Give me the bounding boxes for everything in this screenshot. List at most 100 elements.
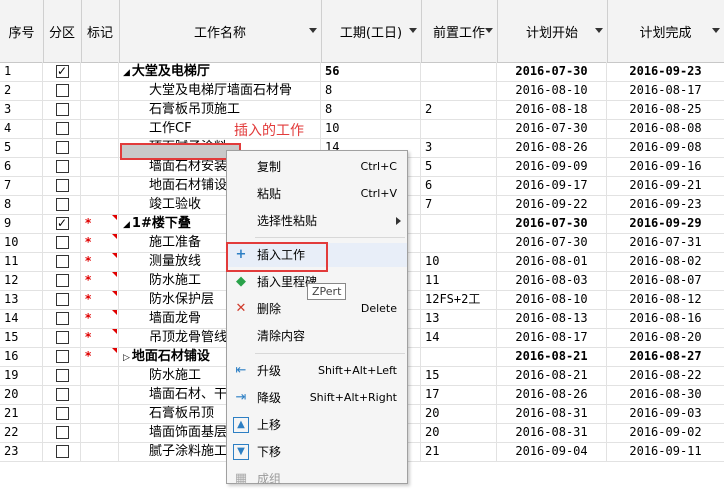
row-start-date[interactable]: 2016-09-04 [497, 442, 607, 461]
row-end-date[interactable]: 2016-09-21 [607, 176, 724, 195]
row-checkbox-cell[interactable] [43, 290, 81, 309]
row-checkbox[interactable] [56, 255, 69, 268]
header-seq[interactable]: 序号 [0, 0, 44, 62]
row-task-name[interactable]: 石膏板吊顶施工 [119, 100, 321, 119]
row-end-date[interactable]: 2016-09-02 [607, 423, 724, 442]
row-checkbox-cell[interactable] [43, 176, 81, 195]
row-end-date[interactable]: 2016-09-29 [607, 214, 724, 233]
row-start-date[interactable]: 2016-08-26 [497, 385, 607, 404]
row-predecessor[interactable]: 6 [421, 176, 497, 195]
row-start-date[interactable]: 2016-08-21 [497, 366, 607, 385]
menu-downgrade[interactable]: ⇥ 降级 Shift+Alt+Right [227, 386, 407, 410]
row-checkbox[interactable] [56, 141, 69, 154]
row-start-date[interactable]: 2016-08-26 [497, 138, 607, 157]
collapse-icon[interactable]: ◢ [123, 220, 130, 230]
row-duration[interactable]: 56 [321, 62, 421, 81]
row-end-date[interactable]: 2016-08-22 [607, 366, 724, 385]
menu-paste[interactable]: 粘贴 Ctrl+V [227, 182, 407, 206]
row-start-date[interactable]: 2016-08-31 [497, 423, 607, 442]
row-start-date[interactable]: 2016-09-17 [497, 176, 607, 195]
row-checkbox[interactable] [56, 426, 69, 439]
row-checkbox[interactable] [56, 179, 69, 192]
row-checkbox-cell[interactable] [43, 252, 81, 271]
row-checkbox[interactable] [56, 103, 69, 116]
row-predecessor[interactable]: 20 [421, 423, 497, 442]
row-predecessor[interactable]: 15 [421, 366, 497, 385]
menu-move-up[interactable]: ▲ 上移 [227, 413, 407, 437]
header-part[interactable]: 分区 [43, 0, 82, 62]
row-end-date[interactable]: 2016-08-16 [607, 309, 724, 328]
row-start-date[interactable]: 2016-08-10 [497, 81, 607, 100]
row-checkbox[interactable] [56, 293, 69, 306]
row-predecessor[interactable]: 5 [421, 157, 497, 176]
row-start-date[interactable]: 2016-09-22 [497, 195, 607, 214]
header-mark[interactable]: 标记 [81, 0, 120, 62]
row-predecessor[interactable]: 3 [421, 138, 497, 157]
row-end-date[interactable]: 2016-08-27 [607, 347, 724, 366]
row-checkbox[interactable] [56, 214, 69, 233]
row-end-date[interactable]: 2016-08-30 [607, 385, 724, 404]
chevron-down-icon[interactable] [409, 28, 417, 33]
row-task-name[interactable]: ◢ 大堂及电梯厅 [119, 62, 321, 81]
row-checkbox-cell[interactable] [43, 119, 81, 138]
row-end-date[interactable]: 2016-09-08 [607, 138, 724, 157]
row-checkbox[interactable] [56, 331, 69, 344]
row-start-date[interactable]: 2016-08-21 [497, 347, 607, 366]
row-predecessor[interactable] [421, 233, 497, 252]
menu-upgrade[interactable]: ⇤ 升级 Shift+Alt+Left [227, 359, 407, 383]
row-checkbox-cell[interactable] [43, 233, 81, 252]
row-predecessor[interactable]: 17 [421, 385, 497, 404]
menu-insert-task[interactable]: + 插入工作 [226, 242, 407, 272]
row-start-date[interactable]: 2016-08-01 [497, 252, 607, 271]
row-checkbox-cell[interactable] [43, 385, 81, 404]
row-end-date[interactable]: 2016-08-20 [607, 328, 724, 347]
row-end-date[interactable]: 2016-09-03 [607, 404, 724, 423]
row-end-date[interactable]: 2016-09-23 [607, 195, 724, 214]
row-checkbox-cell[interactable] [43, 138, 81, 157]
row-end-date[interactable]: 2016-08-02 [607, 252, 724, 271]
row-checkbox-cell[interactable] [43, 366, 81, 385]
header-name[interactable]: 工作名称 [119, 0, 322, 62]
collapse-icon[interactable]: ◢ [123, 68, 130, 78]
row-predecessor[interactable]: 14 [421, 328, 497, 347]
row-checkbox-cell[interactable] [43, 214, 81, 233]
row-checkbox[interactable] [56, 62, 69, 81]
row-checkbox[interactable] [56, 445, 69, 458]
row-checkbox-cell[interactable] [43, 100, 81, 119]
row-start-date[interactable]: 2016-09-09 [497, 157, 607, 176]
row-checkbox-cell[interactable] [43, 195, 81, 214]
row-predecessor[interactable]: 12FS+2工 [421, 290, 497, 309]
row-end-date[interactable]: 2016-07-31 [607, 233, 724, 252]
row-checkbox[interactable] [56, 312, 69, 325]
row-checkbox[interactable] [56, 160, 69, 173]
row-start-date[interactable]: 2016-07-30 [497, 62, 607, 81]
row-checkbox-cell[interactable] [43, 157, 81, 176]
row-start-date[interactable]: 2016-07-30 [497, 119, 607, 138]
row-predecessor[interactable]: 2 [421, 100, 497, 119]
table-row[interactable]: 1◢大堂及电梯厅562016-07-302016-09-23 [0, 62, 724, 82]
menu-group[interactable]: ▦ 成组 [227, 467, 407, 491]
row-start-date[interactable]: 2016-08-17 [497, 328, 607, 347]
row-start-date[interactable]: 2016-08-13 [497, 309, 607, 328]
menu-move-down[interactable]: ▼ 下移 [227, 440, 407, 464]
row-end-date[interactable]: 2016-08-25 [607, 100, 724, 119]
row-checkbox-cell[interactable] [43, 423, 81, 442]
row-checkbox-cell[interactable] [43, 62, 81, 81]
row-predecessor[interactable] [421, 119, 497, 138]
row-checkbox[interactable] [56, 350, 69, 363]
row-checkbox[interactable] [56, 369, 69, 382]
row-end-date[interactable]: 2016-08-17 [607, 81, 724, 100]
row-checkbox-cell[interactable] [43, 442, 81, 461]
row-start-date[interactable]: 2016-08-18 [497, 100, 607, 119]
row-checkbox-cell[interactable] [43, 328, 81, 347]
row-predecessor[interactable]: 7 [421, 195, 497, 214]
row-duration[interactable]: 8 [321, 100, 421, 119]
row-task-name[interactable]: 大堂及电梯厅墙面石材骨 [119, 81, 321, 100]
row-start-date[interactable]: 2016-07-30 [497, 233, 607, 252]
menu-clear[interactable]: 清除内容 [227, 324, 407, 348]
row-end-date[interactable]: 2016-09-16 [607, 157, 724, 176]
row-checkbox[interactable] [56, 236, 69, 249]
row-checkbox-cell[interactable] [43, 404, 81, 423]
row-end-date[interactable]: 2016-08-12 [607, 290, 724, 309]
row-predecessor[interactable] [421, 81, 497, 100]
